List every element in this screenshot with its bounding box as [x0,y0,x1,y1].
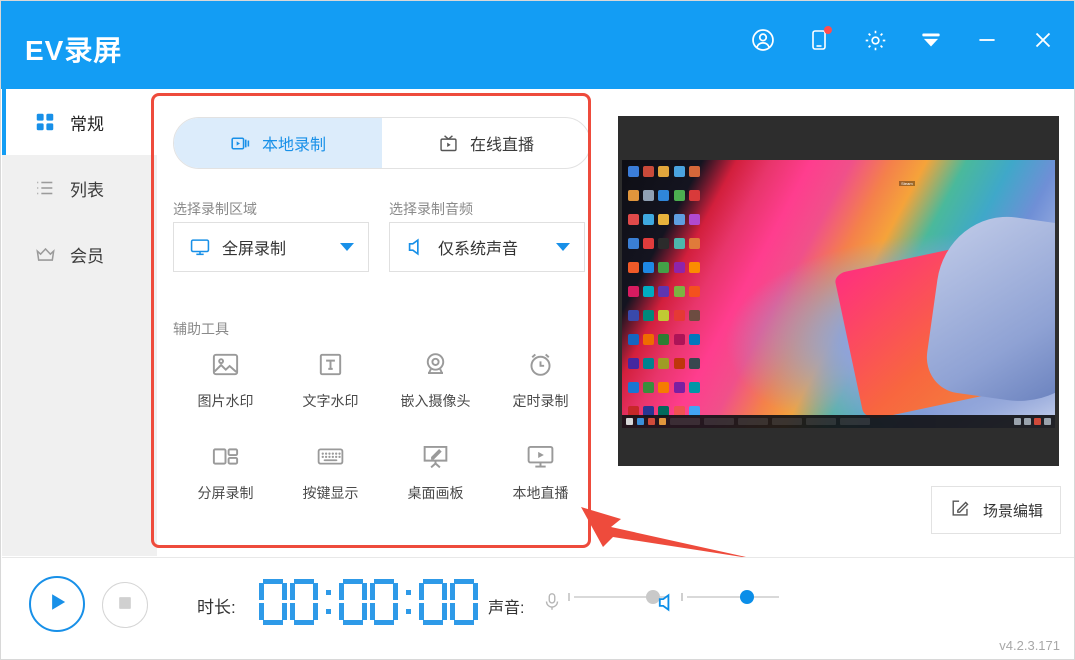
title-bar: EV录屏 [1,1,1075,89]
speaker-icon [404,235,428,259]
sidebar: 常规 列表 会员 [2,89,157,556]
sound-label: 声音: [488,594,524,618]
version-label: v4.2.3.171 [999,638,1060,653]
sidebar-item-member[interactable]: 会员 [2,221,157,287]
image-icon [209,347,243,381]
gear-icon[interactable] [860,25,890,55]
collapse-icon[interactable] [916,25,946,55]
duration-display [259,579,478,625]
tool-desktop-whiteboard[interactable]: 桌面画板 [383,439,488,503]
minimize-icon[interactable] [972,25,1002,55]
timer-digit [339,579,367,625]
list-icon [32,175,58,201]
chevron-down-icon [340,243,354,251]
mode-tabs: 本地录制 在线直播 [173,117,591,169]
whiteboard-icon [419,439,453,473]
speaker-volume-slider[interactable] [687,596,779,598]
timer-colon [406,590,411,614]
timer-colon [326,590,331,614]
tool-key-display[interactable]: 按键显示 [278,439,383,503]
preview-panel: Steam [618,116,1059,466]
close-icon[interactable] [1028,25,1058,55]
audio-label: 选择录制音频 [389,199,473,219]
window-controls [748,25,1058,55]
tool-image-watermark[interactable]: 图片水印 [173,347,278,411]
record-audio-value: 仅系统声音 [438,235,556,259]
tab-label: 本地录制 [262,131,326,155]
tool-label: 文字水印 [303,391,359,411]
notification-badge [824,26,832,34]
alarm-clock-icon [524,347,558,381]
speaker-volume-icon[interactable] [653,589,679,615]
scene-edit-button[interactable]: 场景编辑 [931,486,1061,534]
tool-label: 本地直播 [513,483,569,503]
tool-label: 嵌入摄像头 [401,391,471,411]
region-label: 选择录制区域 [173,199,257,219]
edit-square-icon [949,497,971,524]
tool-timed-record[interactable]: 定时录制 [488,347,593,411]
chevron-down-icon [556,243,570,251]
timer-digit [419,579,447,625]
tool-label: 按键显示 [303,483,359,503]
mic-slider-tick [568,593,570,601]
tool-label: 分屏录制 [198,483,254,503]
record-region-dropdown[interactable]: 全屏录制 [173,222,369,272]
scene-edit-label: 场景编辑 [983,500,1043,521]
tab-label: 在线直播 [470,131,534,155]
record-audio-dropdown[interactable]: 仅系统声音 [389,222,585,272]
record-region-value: 全屏录制 [222,235,340,259]
sidebar-item-general[interactable]: 常规 [2,89,157,155]
tv-icon [438,132,460,154]
keyboard-icon [314,439,348,473]
video-icon [230,132,252,154]
timer-digit [450,579,478,625]
mobile-icon[interactable] [804,25,834,55]
desktop-icon-label: Steam [899,181,915,186]
stop-icon [115,593,135,618]
sidebar-item-label: 会员 [70,242,104,267]
speaker-slider-track[interactable] [687,596,779,598]
monitor-play-icon [524,439,558,473]
sidebar-item-list[interactable]: 列表 [2,155,157,221]
ev-recorder-window: EV录屏 [0,0,1075,660]
crown-icon [32,241,58,267]
main-panel: 本地录制 在线直播 选择录制区域 全屏录制 [157,89,617,556]
tool-split-record[interactable]: 分屏录制 [173,439,278,503]
tools-section-label: 辅助工具 [173,319,229,339]
monitor-icon [188,235,212,259]
stop-record-button[interactable] [102,582,148,628]
webcam-icon [419,347,453,381]
account-icon[interactable] [748,25,778,55]
microphone-icon[interactable] [539,589,565,615]
sidebar-item-label: 列表 [70,176,104,201]
split-screen-icon [209,439,243,473]
timer-digit [290,579,318,625]
tool-text-watermark[interactable]: 文字水印 [278,347,383,411]
tools-grid: 图片水印 文字水印 嵌入摄像头 [173,347,593,503]
timer-digit [259,579,287,625]
duration-label: 时长: [197,593,236,618]
tool-embed-camera[interactable]: 嵌入摄像头 [383,347,488,411]
speaker-slider-knob[interactable] [740,590,754,604]
play-icon [44,589,70,620]
timer-digit [370,579,398,625]
tool-local-live[interactable]: 本地直播 [488,439,593,503]
start-record-button[interactable] [29,576,85,632]
tab-local-record[interactable]: 本地录制 [174,118,382,168]
tool-label: 定时录制 [513,391,569,411]
desktop-preview-image: Steam [622,160,1055,428]
sidebar-item-label: 常规 [70,110,104,135]
text-icon [314,347,348,381]
desktop-icons [624,162,704,426]
speaker-slider-tick [681,593,683,601]
tool-label: 图片水印 [198,391,254,411]
tool-label: 桌面画板 [408,483,464,503]
tab-online-live[interactable]: 在线直播 [382,118,590,168]
taskbar [622,415,1055,428]
app-title: EV录屏 [25,29,122,69]
grid-icon [32,109,58,135]
